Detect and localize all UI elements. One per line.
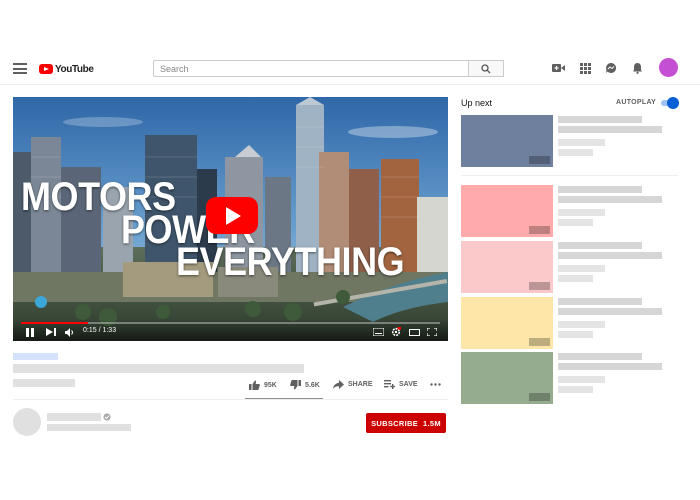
settings-gear-icon[interactable]	[390, 326, 402, 338]
search-input[interactable]	[153, 60, 469, 77]
pause-icon[interactable]	[25, 326, 35, 338]
video-thumbnail	[461, 241, 553, 293]
video-thumbnail	[461, 352, 553, 404]
thumbs-up-icon	[249, 380, 260, 390]
messages-icon[interactable]	[604, 61, 618, 75]
share-label: SHARE	[348, 381, 373, 388]
video-player[interactable]: MOTORS POWER EVERYTHING 0:15 / 1:33	[13, 97, 448, 341]
fullscreen-icon[interactable]	[426, 326, 438, 338]
subscribe-label: SUBSCRIBE	[371, 418, 418, 428]
video-thumbnail	[461, 297, 553, 349]
save-label: SAVE	[399, 381, 418, 388]
channel-avatar[interactable]	[13, 408, 41, 436]
video-hashtags-placeholder	[13, 353, 58, 360]
autoplay-label: AUTOPLAY	[616, 99, 657, 106]
video-thumbnail	[461, 115, 553, 167]
logo-wordmark: YouTube	[55, 63, 94, 75]
duration-badge	[529, 393, 550, 401]
video-thumbnail	[461, 185, 553, 237]
like-button[interactable]: 95K	[249, 380, 277, 390]
video-title-placeholder	[13, 364, 304, 373]
save-button[interactable]: SAVE	[384, 380, 418, 389]
menu-icon[interactable]	[13, 63, 27, 74]
more-actions-button[interactable]	[430, 383, 441, 386]
recommended-video-1[interactable]	[461, 115, 678, 167]
verified-check-icon	[103, 413, 111, 421]
youtube-logo-icon	[39, 64, 53, 74]
overlay-title-line3: EVERYTHING	[176, 240, 405, 284]
big-play-button[interactable]	[206, 197, 258, 234]
subscribe-button[interactable]: SUBSCRIBE 1.5M	[366, 413, 446, 433]
sidebar-divider	[461, 175, 678, 176]
subtitles-icon[interactable]	[372, 326, 384, 338]
subscriber-count-placeholder	[47, 424, 131, 431]
volume-icon[interactable]	[64, 326, 76, 338]
dislike-count: 5.6K	[305, 381, 320, 389]
duration-badge	[529, 156, 550, 164]
notifications-bell-icon[interactable]	[630, 61, 644, 75]
progress-fill	[21, 322, 89, 324]
share-button[interactable]: SHARE	[333, 380, 373, 389]
duration-badge	[529, 226, 550, 234]
create-video-icon[interactable]	[551, 61, 565, 75]
time-display: 0:15 / 1:33	[83, 327, 117, 334]
share-arrow-icon	[333, 380, 344, 389]
duration-badge	[529, 282, 550, 290]
player-controls: 0:15 / 1:33	[13, 319, 448, 341]
duration-badge	[529, 338, 550, 346]
youtube-logo[interactable]: YouTube	[39, 62, 94, 76]
recommended-video-2[interactable]	[461, 185, 678, 237]
avatar[interactable]	[659, 58, 678, 77]
channel-name-placeholder	[47, 413, 101, 421]
like-count: 95K	[264, 381, 277, 389]
next-icon[interactable]	[45, 326, 57, 338]
dislike-button[interactable]: 5.6K	[290, 380, 320, 390]
autoplay-toggle[interactable]	[659, 97, 679, 109]
search-button[interactable]	[468, 60, 504, 77]
progress-bar[interactable]	[21, 322, 440, 324]
search-icon	[481, 63, 491, 73]
recommended-video-5[interactable]	[461, 352, 678, 404]
section-divider	[13, 399, 448, 400]
recommended-video-3[interactable]	[461, 241, 678, 293]
header-divider	[0, 84, 700, 85]
subscriber-count: 1.5M	[423, 418, 441, 428]
thumbs-down-icon	[290, 380, 301, 390]
playlist-add-icon	[384, 380, 395, 389]
apps-grid-icon[interactable]	[578, 61, 592, 75]
more-horizontal-icon	[430, 383, 441, 386]
recommended-video-4[interactable]	[461, 297, 678, 349]
theater-mode-icon[interactable]	[408, 326, 420, 338]
view-count-placeholder	[13, 379, 75, 387]
up-next-heading: Up next	[461, 98, 493, 108]
